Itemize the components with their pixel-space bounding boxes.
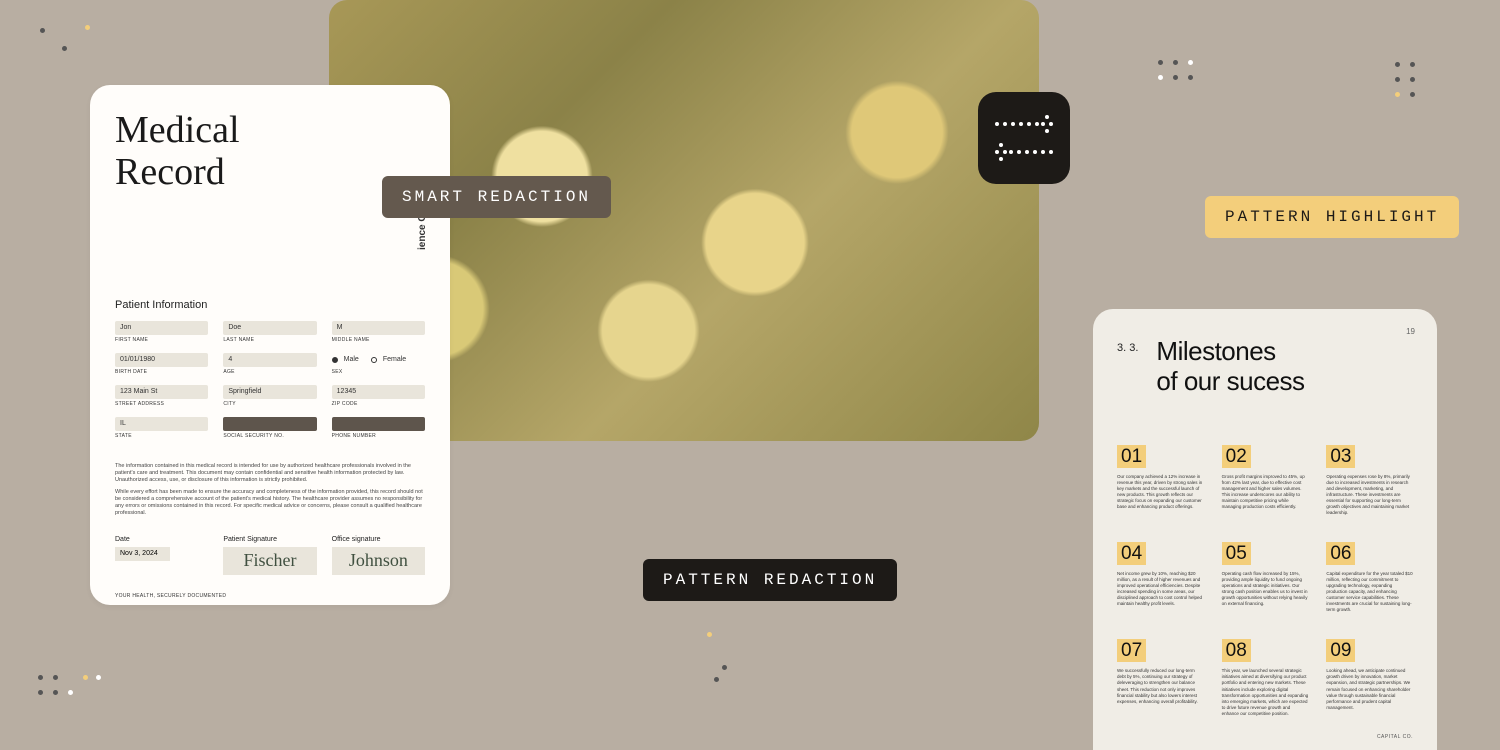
disclaimer: The information contained in this medica… <box>115 463 425 518</box>
pattern-highlight-pill[interactable]: PATTERN HIGHLIGHT <box>1205 196 1459 238</box>
milestone-item: 05 Operating cash flow increased by 15%,… <box>1222 542 1309 613</box>
ssn-label: SOCIAL SECURITY NO. <box>223 433 316 439</box>
page-number: 19 <box>1406 327 1415 336</box>
sex-radios[interactable]: Male Female <box>332 353 425 367</box>
milestone-text: We successfully reduced our long-term de… <box>1117 668 1204 704</box>
milestones-footer: CAPITAL CO. <box>1377 734 1413 740</box>
street-field[interactable]: 123 Main St <box>115 385 208 399</box>
date-field[interactable]: Nov 3, 2024 <box>115 547 170 561</box>
zip-label: ZIP CODE <box>332 401 425 407</box>
radio-female[interactable] <box>371 357 377 363</box>
last-name-label: LAST NAME <box>223 337 316 343</box>
patient-sig-label: Patient Signature <box>223 536 316 543</box>
radio-male[interactable] <box>332 357 338 363</box>
milestone-item: 03 Operating expenses rose by 8%, primar… <box>1326 445 1413 516</box>
section-number: 3. 3. <box>1117 342 1138 354</box>
swap-arrows-icon[interactable] <box>978 92 1070 184</box>
milestone-item: 02 Gross profit margins improved to 45%,… <box>1222 445 1309 516</box>
card-footer: YOUR HEALTH, SECURELY DOCUMENTED <box>115 593 425 599</box>
sex-label: SEX <box>332 369 425 375</box>
phone-label: PHONE NUMBER <box>332 433 425 439</box>
milestone-item: 06 Capital expenditure for the year tota… <box>1326 542 1413 613</box>
milestone-item: 09 Looking ahead, we anticipate continue… <box>1326 639 1413 716</box>
pattern-redaction-pill[interactable]: PATTERN REDACTION <box>643 559 897 601</box>
state-field[interactable]: IL <box>115 417 208 431</box>
ssn-field[interactable] <box>223 417 316 431</box>
milestone-text: Our company achieved a 12% increase in r… <box>1117 474 1204 510</box>
milestone-badge: 07 <box>1117 639 1146 662</box>
signature-row: Date Nov 3, 2024 Patient Signature Fisch… <box>115 536 425 575</box>
age-field[interactable]: 4 <box>223 353 316 367</box>
milestone-text: Operating cash flow increased by 15%, pr… <box>1222 571 1309 607</box>
middle-name-field[interactable]: M <box>332 321 425 335</box>
milestone-text: This year, we launched several strategic… <box>1222 668 1309 717</box>
milestone-badge: 04 <box>1117 542 1146 565</box>
street-label: STREET ADDRESS <box>115 401 208 407</box>
milestone-item: 08 This year, we launched several strate… <box>1222 639 1309 716</box>
milestone-text: Operating expenses rose by 8%, primarily… <box>1326 474 1413 516</box>
city-label: CITY <box>223 401 316 407</box>
milestones-card: 19 3. 3. Milestonesof our sucess 01 Our … <box>1093 309 1437 750</box>
patient-form: Jon FIRST NAME Doe LAST NAME M MIDDLE NA… <box>115 321 425 445</box>
milestone-text: Capital expenditure for the year totaled… <box>1326 571 1413 613</box>
smart-redaction-pill[interactable]: SMART REDACTION <box>382 176 611 218</box>
zip-field[interactable]: 12345 <box>332 385 425 399</box>
patient-signature[interactable]: Fischer <box>223 547 316 575</box>
office-sig-label: Office signature <box>332 536 425 543</box>
first-name-label: FIRST NAME <box>115 337 208 343</box>
birth-date-label: BIRTH DATE <box>115 369 208 375</box>
age-label: AGE <box>223 369 316 375</box>
milestone-badge: 08 <box>1222 639 1251 662</box>
first-name-field[interactable]: Jon <box>115 321 208 335</box>
milestone-badge: 06 <box>1326 542 1355 565</box>
office-signature[interactable]: Johnson <box>332 547 425 575</box>
milestone-badge: 01 <box>1117 445 1146 468</box>
city-field[interactable]: Springfield <box>223 385 316 399</box>
milestone-badge: 05 <box>1222 542 1251 565</box>
milestone-item: 07 We successfully reduced our long-term… <box>1117 639 1204 716</box>
card-title: Medical Record <box>115 110 425 194</box>
phone-field[interactable] <box>332 417 425 431</box>
birth-date-field[interactable]: 01/01/1980 <box>115 353 208 367</box>
milestone-text: Net income grew by 10%, reaching $20 mil… <box>1117 571 1204 607</box>
last-name-field[interactable]: Doe <box>223 321 316 335</box>
middle-name-label: MIDDLE NAME <box>332 337 425 343</box>
state-label: STATE <box>115 433 208 439</box>
milestone-badge: 02 <box>1222 445 1251 468</box>
milestone-item: 04 Net income grew by 10%, reaching $20 … <box>1117 542 1204 613</box>
milestone-text: Looking ahead, we anticipate continued g… <box>1326 668 1413 710</box>
section-patient-info: Patient Information <box>115 299 425 311</box>
medical-record-card: Medical Record ience Co. Patient Informa… <box>90 85 450 605</box>
milestones-grid: 01 Our company achieved a 12% increase i… <box>1117 445 1413 717</box>
milestone-badge: 09 <box>1326 639 1355 662</box>
milestones-title: Milestonesof our sucess <box>1156 337 1304 397</box>
milestone-item: 01 Our company achieved a 12% increase i… <box>1117 445 1204 516</box>
date-label: Date <box>115 536 208 543</box>
milestone-text: Gross profit margins improved to 45%, up… <box>1222 474 1309 510</box>
milestone-badge: 03 <box>1326 445 1355 468</box>
